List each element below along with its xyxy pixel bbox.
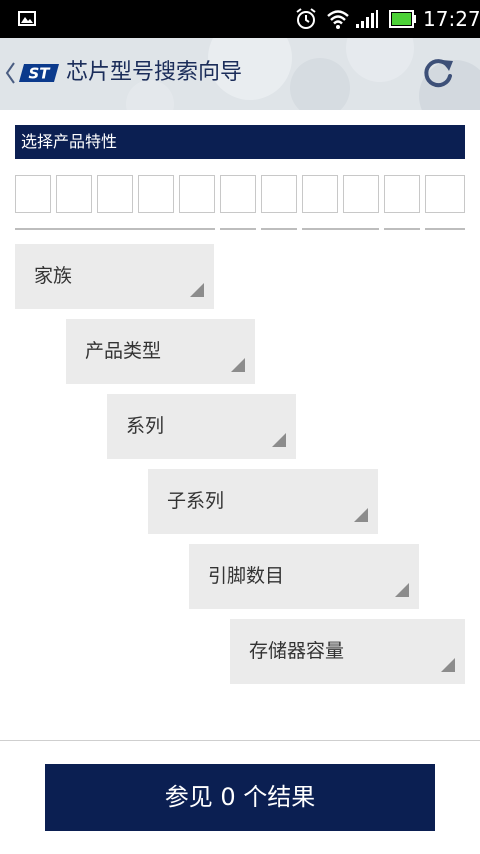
status-time: 17:27 bbox=[423, 7, 480, 31]
dropdown-sub-series[interactable]: 子系列 bbox=[148, 469, 378, 534]
code-box-9[interactable] bbox=[343, 175, 379, 213]
code-group-underline-4 bbox=[302, 228, 379, 230]
wifi-icon bbox=[327, 10, 349, 29]
code-box-5[interactable] bbox=[179, 175, 215, 213]
dropdown-label: 引脚数目 bbox=[208, 565, 285, 587]
code-group-underline-3 bbox=[261, 228, 297, 230]
code-box-8[interactable] bbox=[302, 175, 338, 213]
code-box-1[interactable] bbox=[15, 175, 51, 213]
st-logo-text: ST bbox=[28, 65, 51, 83]
dropdown-corner-icon bbox=[231, 358, 245, 372]
dropdown-label: 系列 bbox=[126, 415, 165, 437]
footer-divider bbox=[0, 740, 480, 741]
back-chevron-icon[interactable] bbox=[4, 60, 16, 86]
view-results-button[interactable]: 参见 0 个结果 bbox=[45, 764, 435, 831]
code-box-2[interactable] bbox=[56, 175, 92, 213]
dropdown-corner-icon bbox=[354, 508, 368, 522]
picture-icon bbox=[18, 11, 36, 26]
code-box-6[interactable] bbox=[220, 175, 256, 213]
dropdown-label: 家族 bbox=[34, 265, 73, 287]
alarm-icon bbox=[296, 8, 316, 29]
battery-icon bbox=[389, 10, 416, 28]
code-group-underline-5 bbox=[384, 228, 420, 230]
dropdown-corner-icon bbox=[395, 583, 409, 597]
dropdown-series[interactable]: 系列 bbox=[107, 394, 296, 459]
dropdown-corner-icon bbox=[272, 433, 286, 447]
dropdown-label: 子系列 bbox=[167, 490, 225, 512]
code-group-underline-2 bbox=[220, 228, 256, 230]
dropdown-family[interactable]: 家族 bbox=[15, 244, 214, 309]
code-box-10[interactable] bbox=[384, 175, 420, 213]
refresh-icon[interactable] bbox=[420, 56, 456, 92]
code-box-4[interactable] bbox=[138, 175, 174, 213]
code-box-11[interactable] bbox=[425, 175, 465, 213]
code-group-underline-1 bbox=[15, 228, 215, 230]
dropdown-memory-size[interactable]: 存储器容量 bbox=[230, 619, 465, 684]
section-header: 选择产品特性 bbox=[15, 125, 465, 159]
dropdown-label: 存储器容量 bbox=[249, 640, 345, 662]
signal-icon bbox=[356, 10, 378, 28]
title-bar: ST 芯片型号搜索向导 bbox=[0, 38, 480, 110]
st-logo: ST bbox=[19, 64, 59, 83]
dropdown-corner-icon bbox=[441, 658, 455, 672]
status-bar: 17:27 bbox=[0, 0, 480, 38]
dropdown-corner-icon bbox=[190, 283, 204, 297]
dropdown-label: 产品类型 bbox=[85, 340, 162, 362]
code-group-underline-6 bbox=[425, 228, 465, 230]
code-box-7[interactable] bbox=[261, 175, 297, 213]
code-box-3[interactable] bbox=[97, 175, 133, 213]
dropdown-pin-count[interactable]: 引脚数目 bbox=[189, 544, 419, 609]
dropdown-product-type[interactable]: 产品类型 bbox=[66, 319, 255, 384]
page-title: 芯片型号搜索向导 bbox=[66, 60, 243, 85]
